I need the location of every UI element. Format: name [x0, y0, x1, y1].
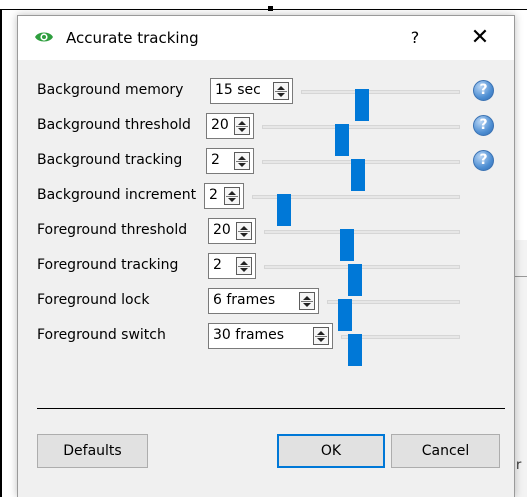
- separator: [37, 408, 505, 409]
- dialog-title: Accurate tracking: [66, 29, 199, 47]
- spin-divider: [275, 91, 287, 92]
- setting-spinbox[interactable]: 20: [206, 113, 254, 139]
- setting-row-background-threshold: Background threshold 20?: [18, 113, 514, 156]
- setting-slider[interactable]: [341, 334, 460, 366]
- setting-row-foreground-switch: Foreground switch 30 frames: [18, 323, 514, 366]
- arrow-down-icon[interactable]: [303, 303, 311, 307]
- setting-spinbox[interactable]: 2: [206, 148, 254, 174]
- setting-spinbox[interactable]: 20: [208, 218, 256, 244]
- spin-divider: [236, 126, 248, 127]
- arrow-up-icon[interactable]: [228, 191, 236, 195]
- setting-row-foreground-threshold: Foreground threshold 20: [18, 218, 514, 261]
- spin-arrows[interactable]: [236, 222, 252, 240]
- setting-label: Foreground lock: [37, 292, 150, 308]
- eye-icon: [34, 29, 54, 45]
- background-window-top: [0, 0, 527, 10]
- close-button[interactable]: ✕: [452, 16, 508, 60]
- arrow-up-icon[interactable]: [303, 296, 311, 300]
- arrow-down-icon[interactable]: [238, 163, 246, 167]
- spin-arrows[interactable]: [313, 327, 329, 345]
- help-icon[interactable]: ?: [473, 80, 494, 101]
- background-divider: [514, 276, 527, 277]
- spin-divider: [238, 231, 250, 232]
- title-bar: Accurate tracking ? ✕: [18, 16, 514, 60]
- setting-row-background-increment: Background increment 2: [18, 183, 514, 226]
- setting-spinbox[interactable]: 30 frames: [208, 323, 333, 349]
- setting-value[interactable]: 20: [213, 222, 231, 238]
- help-button[interactable]: ?: [392, 16, 438, 60]
- setting-label: Background memory: [37, 82, 184, 98]
- setting-slider[interactable]: [262, 159, 460, 191]
- spin-divider: [315, 336, 327, 337]
- spin-arrows[interactable]: [299, 292, 315, 310]
- arrow-up-icon[interactable]: [240, 261, 248, 265]
- defaults-button[interactable]: Defaults: [37, 434, 148, 468]
- background-text: r: [516, 458, 522, 473]
- setting-label: Foreground switch: [37, 327, 166, 343]
- setting-value[interactable]: 15 sec: [215, 82, 261, 98]
- arrow-up-icon[interactable]: [277, 86, 285, 90]
- setting-value[interactable]: 2: [211, 152, 220, 168]
- spin-arrows[interactable]: [234, 117, 250, 135]
- slider-thumb[interactable]: [348, 334, 362, 366]
- arrow-down-icon[interactable]: [238, 128, 246, 132]
- setting-row-background-memory: Background memory 15 sec?: [18, 78, 514, 121]
- arrow-down-icon[interactable]: [317, 338, 325, 342]
- spin-arrows[interactable]: [224, 187, 240, 205]
- setting-label: Background threshold: [37, 117, 191, 133]
- spin-arrows[interactable]: [234, 152, 250, 170]
- setting-label: Background tracking: [37, 152, 183, 168]
- setting-label: Foreground threshold: [37, 222, 188, 238]
- setting-row-foreground-lock: Foreground lock 6 frames: [18, 288, 514, 331]
- setting-spinbox[interactable]: 2: [204, 183, 244, 209]
- spin-divider: [301, 301, 313, 302]
- setting-row-background-tracking: Background tracking 2?: [18, 148, 514, 191]
- arrow-down-icon[interactable]: [277, 93, 285, 97]
- ok-button[interactable]: OK: [277, 434, 385, 468]
- arrow-up-icon[interactable]: [238, 156, 246, 160]
- help-icon[interactable]: ?: [473, 150, 494, 171]
- setting-value[interactable]: 30 frames: [213, 327, 284, 343]
- setting-value[interactable]: 2: [209, 187, 218, 203]
- arrow-up-icon[interactable]: [238, 121, 246, 125]
- spin-divider: [236, 161, 248, 162]
- spin-divider: [238, 266, 250, 267]
- cancel-button[interactable]: Cancel: [391, 434, 500, 468]
- spin-arrows[interactable]: [236, 257, 252, 275]
- spin-arrows[interactable]: [273, 82, 289, 100]
- setting-spinbox[interactable]: 15 sec: [210, 78, 293, 104]
- setting-slider[interactable]: [252, 194, 460, 226]
- setting-row-foreground-tracking: Foreground tracking 2: [18, 253, 514, 296]
- setting-spinbox[interactable]: 6 frames: [208, 288, 319, 314]
- background-marker: [268, 6, 273, 11]
- setting-value[interactable]: 20: [211, 117, 229, 133]
- setting-label: Background increment: [37, 187, 197, 203]
- spin-divider: [226, 196, 238, 197]
- setting-label: Foreground tracking: [37, 257, 179, 273]
- arrow-down-icon[interactable]: [228, 198, 236, 202]
- setting-slider[interactable]: [262, 124, 460, 156]
- arrow-down-icon[interactable]: [240, 268, 248, 272]
- setting-slider[interactable]: [264, 264, 460, 296]
- setting-slider[interactable]: [301, 89, 460, 121]
- setting-value[interactable]: 6 frames: [213, 292, 275, 308]
- arrow-up-icon[interactable]: [240, 226, 248, 230]
- accurate-tracking-dialog: Accurate tracking ? ✕ Background memory 1…: [17, 15, 515, 497]
- setting-slider[interactable]: [327, 299, 460, 331]
- help-icon[interactable]: ?: [473, 115, 494, 136]
- arrow-up-icon[interactable]: [317, 331, 325, 335]
- setting-value[interactable]: 2: [213, 257, 222, 273]
- arrow-down-icon[interactable]: [240, 233, 248, 237]
- setting-slider[interactable]: [264, 229, 460, 261]
- setting-spinbox[interactable]: 2: [208, 253, 256, 279]
